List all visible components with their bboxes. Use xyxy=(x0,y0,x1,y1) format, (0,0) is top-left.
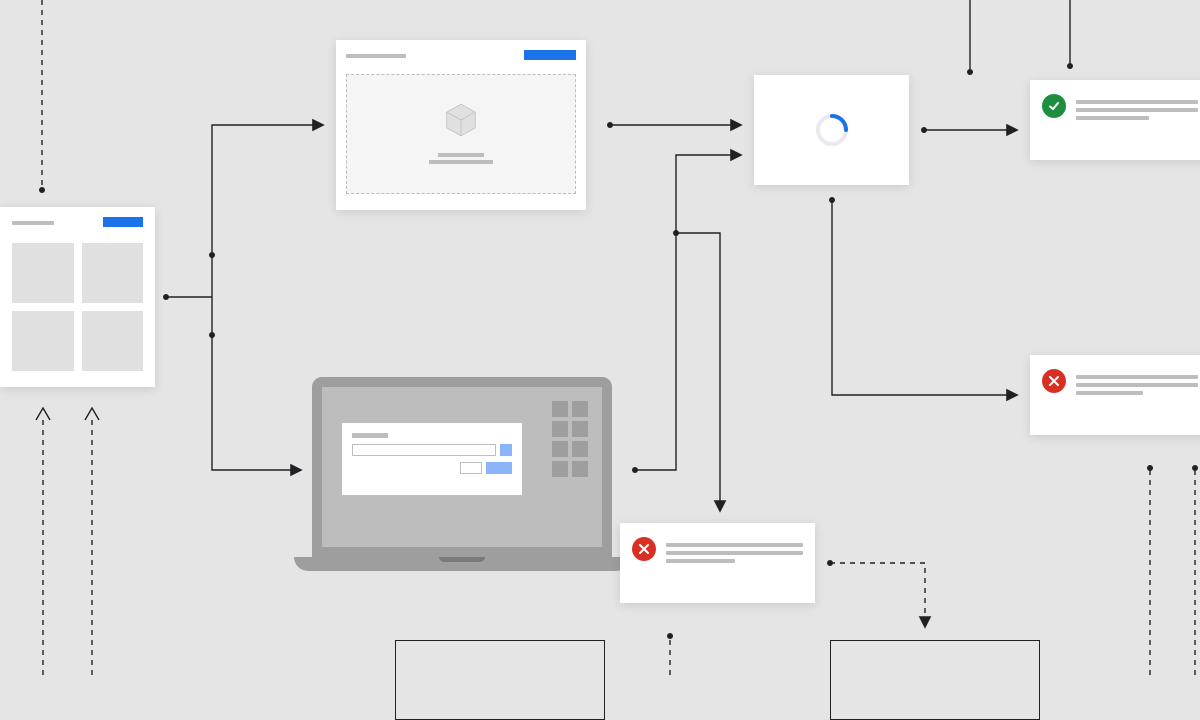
laptop-illustration xyxy=(312,377,612,571)
x-icon xyxy=(632,537,656,561)
offscreen-frame xyxy=(830,640,1040,720)
picker-button[interactable] xyxy=(500,444,512,456)
edge-start-to-laptop xyxy=(212,335,300,470)
processing-card xyxy=(754,75,909,185)
cancel-button[interactable] xyxy=(460,462,482,474)
offscreen-frame xyxy=(395,640,605,720)
gallery-tile[interactable] xyxy=(82,243,144,303)
text-placeholder xyxy=(666,559,735,563)
text-placeholder xyxy=(1076,391,1143,395)
header-placeholder xyxy=(346,54,406,58)
package-icon xyxy=(442,101,480,139)
dropzone[interactable] xyxy=(346,74,576,194)
arrowhead xyxy=(85,408,99,420)
text-placeholder xyxy=(1076,116,1149,120)
success-status-card xyxy=(1030,80,1200,160)
check-icon xyxy=(1042,94,1066,118)
gallery-tile[interactable] xyxy=(12,311,74,371)
text-placeholder xyxy=(1076,375,1198,379)
text-placeholder xyxy=(1076,100,1198,104)
field-label xyxy=(352,433,388,438)
error-status-card xyxy=(620,523,815,603)
spinner-icon xyxy=(812,110,852,150)
text-input[interactable] xyxy=(352,444,496,456)
start-gallery-card xyxy=(0,207,155,387)
text-placeholder xyxy=(1076,383,1198,387)
text-placeholder xyxy=(666,551,803,555)
edge-laptop-to-processing xyxy=(635,155,740,470)
arrowhead xyxy=(36,408,50,420)
edge-branch-down-to-error xyxy=(676,233,720,510)
primary-button[interactable] xyxy=(524,50,576,60)
x-icon xyxy=(1042,369,1066,393)
text-placeholder xyxy=(666,543,803,547)
confirm-button[interactable] xyxy=(486,462,512,474)
dialog-window xyxy=(342,423,522,495)
header-placeholder xyxy=(12,221,54,225)
gallery-tile[interactable] xyxy=(12,243,74,303)
text-placeholder xyxy=(438,153,484,157)
connector-layer xyxy=(0,0,1200,675)
text-placeholder xyxy=(1076,108,1198,112)
edge-start-to-upload xyxy=(212,125,322,255)
tool-palette xyxy=(552,401,588,477)
text-placeholder xyxy=(429,160,493,164)
primary-button[interactable] xyxy=(103,217,143,227)
gallery-tile[interactable] xyxy=(82,311,144,371)
edge-processing-to-fail xyxy=(832,200,1016,395)
edge-error-to-offscreen xyxy=(830,563,925,626)
error-status-card xyxy=(1030,355,1200,435)
upload-card xyxy=(336,40,586,210)
